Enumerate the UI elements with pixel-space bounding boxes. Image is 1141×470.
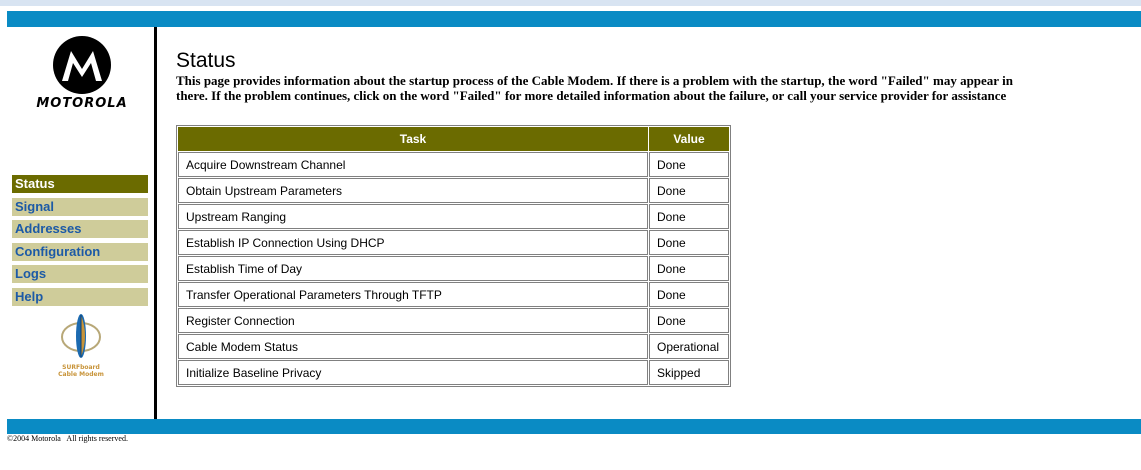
table-header-row: Task Value bbox=[178, 127, 729, 151]
header-bar bbox=[7, 11, 1141, 27]
value-cell: Done bbox=[649, 204, 729, 229]
sidebar-item-help[interactable]: Help bbox=[12, 287, 148, 306]
table-row: Cable Modem Status Operational bbox=[178, 334, 729, 359]
task-cell: Upstream Ranging bbox=[178, 204, 648, 229]
sidebar-item-configuration[interactable]: Configuration bbox=[12, 242, 148, 261]
main-content: Status This page provides information ab… bbox=[176, 49, 1141, 104]
motorola-batwing-icon bbox=[53, 36, 111, 94]
page-description-line-1: This page provides information about the… bbox=[176, 73, 1013, 88]
table-row: Obtain Upstream Parameters Done bbox=[178, 178, 729, 203]
task-cell: Acquire Downstream Channel bbox=[178, 152, 648, 177]
table-row: Establish Time of Day Done bbox=[178, 256, 729, 281]
task-cell: Establish IP Connection Using DHCP bbox=[178, 230, 648, 255]
task-cell: Initialize Baseline Privacy bbox=[178, 360, 648, 385]
sidebar-item-addresses[interactable]: Addresses bbox=[12, 220, 148, 238]
sidebar-item-logs[interactable]: Logs bbox=[12, 265, 148, 283]
surfboard-icon bbox=[61, 314, 101, 358]
batwing-glyph bbox=[62, 51, 102, 81]
window-top-border bbox=[0, 0, 1141, 6]
table-row: Transfer Operational Parameters Through … bbox=[178, 282, 729, 307]
value-cell: Done bbox=[649, 152, 729, 177]
value-cell: Skipped bbox=[649, 360, 729, 385]
logo-wordmark: MOTOROLA bbox=[36, 96, 128, 111]
task-cell: Establish Time of Day bbox=[178, 256, 648, 281]
table-row: Upstream Ranging Done bbox=[178, 204, 729, 229]
sidebar-item-signal[interactable]: Signal bbox=[12, 197, 148, 216]
task-cell: Transfer Operational Parameters Through … bbox=[178, 282, 648, 307]
surfboard-wordmark: SURFboard bbox=[62, 364, 100, 371]
copyright-notice: ©2004 Motorola All rights reserved. bbox=[7, 434, 128, 443]
page-title: Status bbox=[176, 49, 236, 72]
task-cell: Obtain Upstream Parameters bbox=[178, 178, 648, 203]
page-description-line-2: there. If the problem continues, click o… bbox=[176, 88, 1007, 103]
footer-bar bbox=[7, 419, 1141, 434]
value-cell: Done bbox=[649, 178, 729, 203]
sidebar-nav: Status Signal Addresses Configuration Lo… bbox=[12, 175, 148, 310]
motorola-logo: MOTOROLA bbox=[12, 36, 152, 111]
table-row: Establish IP Connection Using DHCP Done bbox=[178, 230, 729, 255]
value-cell: Operational bbox=[649, 334, 729, 359]
column-header-value: Value bbox=[649, 127, 729, 151]
value-cell: Done bbox=[649, 230, 729, 255]
task-cell: Register Connection bbox=[178, 308, 648, 333]
value-cell: Done bbox=[649, 308, 729, 333]
startup-status-table: Task Value Acquire Downstream Channel Do… bbox=[176, 125, 731, 387]
sidebar-item-status[interactable]: Status bbox=[12, 175, 148, 193]
column-header-task: Task bbox=[178, 127, 648, 151]
table-row: Register Connection Done bbox=[178, 308, 729, 333]
sidebar-divider bbox=[154, 27, 157, 419]
table-row: Initialize Baseline Privacy Skipped bbox=[178, 360, 729, 385]
surfboard-logo: SURFboard Cable Modem bbox=[55, 313, 107, 378]
surfboard-subtitle: Cable Modem bbox=[58, 371, 104, 378]
value-cell: Done bbox=[649, 282, 729, 307]
value-cell: Done bbox=[649, 256, 729, 281]
task-cell: Cable Modem Status bbox=[178, 334, 648, 359]
table-row: Acquire Downstream Channel Done bbox=[178, 152, 729, 177]
